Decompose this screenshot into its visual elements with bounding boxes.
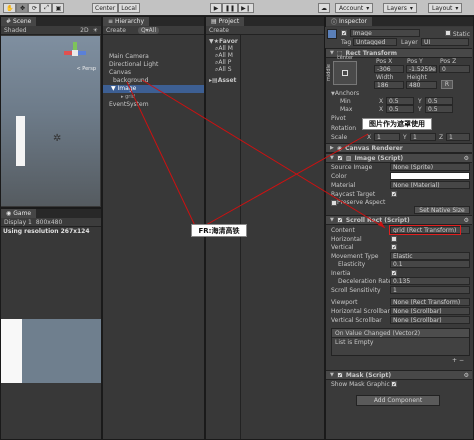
annotation-mask-note: 图片作为遮罩使用 [362,118,432,130]
annotation-line-image [126,81,198,231]
annotation-watermark: FR:海清高铁 [191,224,247,237]
annotation-line-to-content [141,79,386,229]
arrowhead [378,221,385,228]
annotation-line-to-inspector [196,133,369,231]
annotation-arrows [126,79,386,231]
